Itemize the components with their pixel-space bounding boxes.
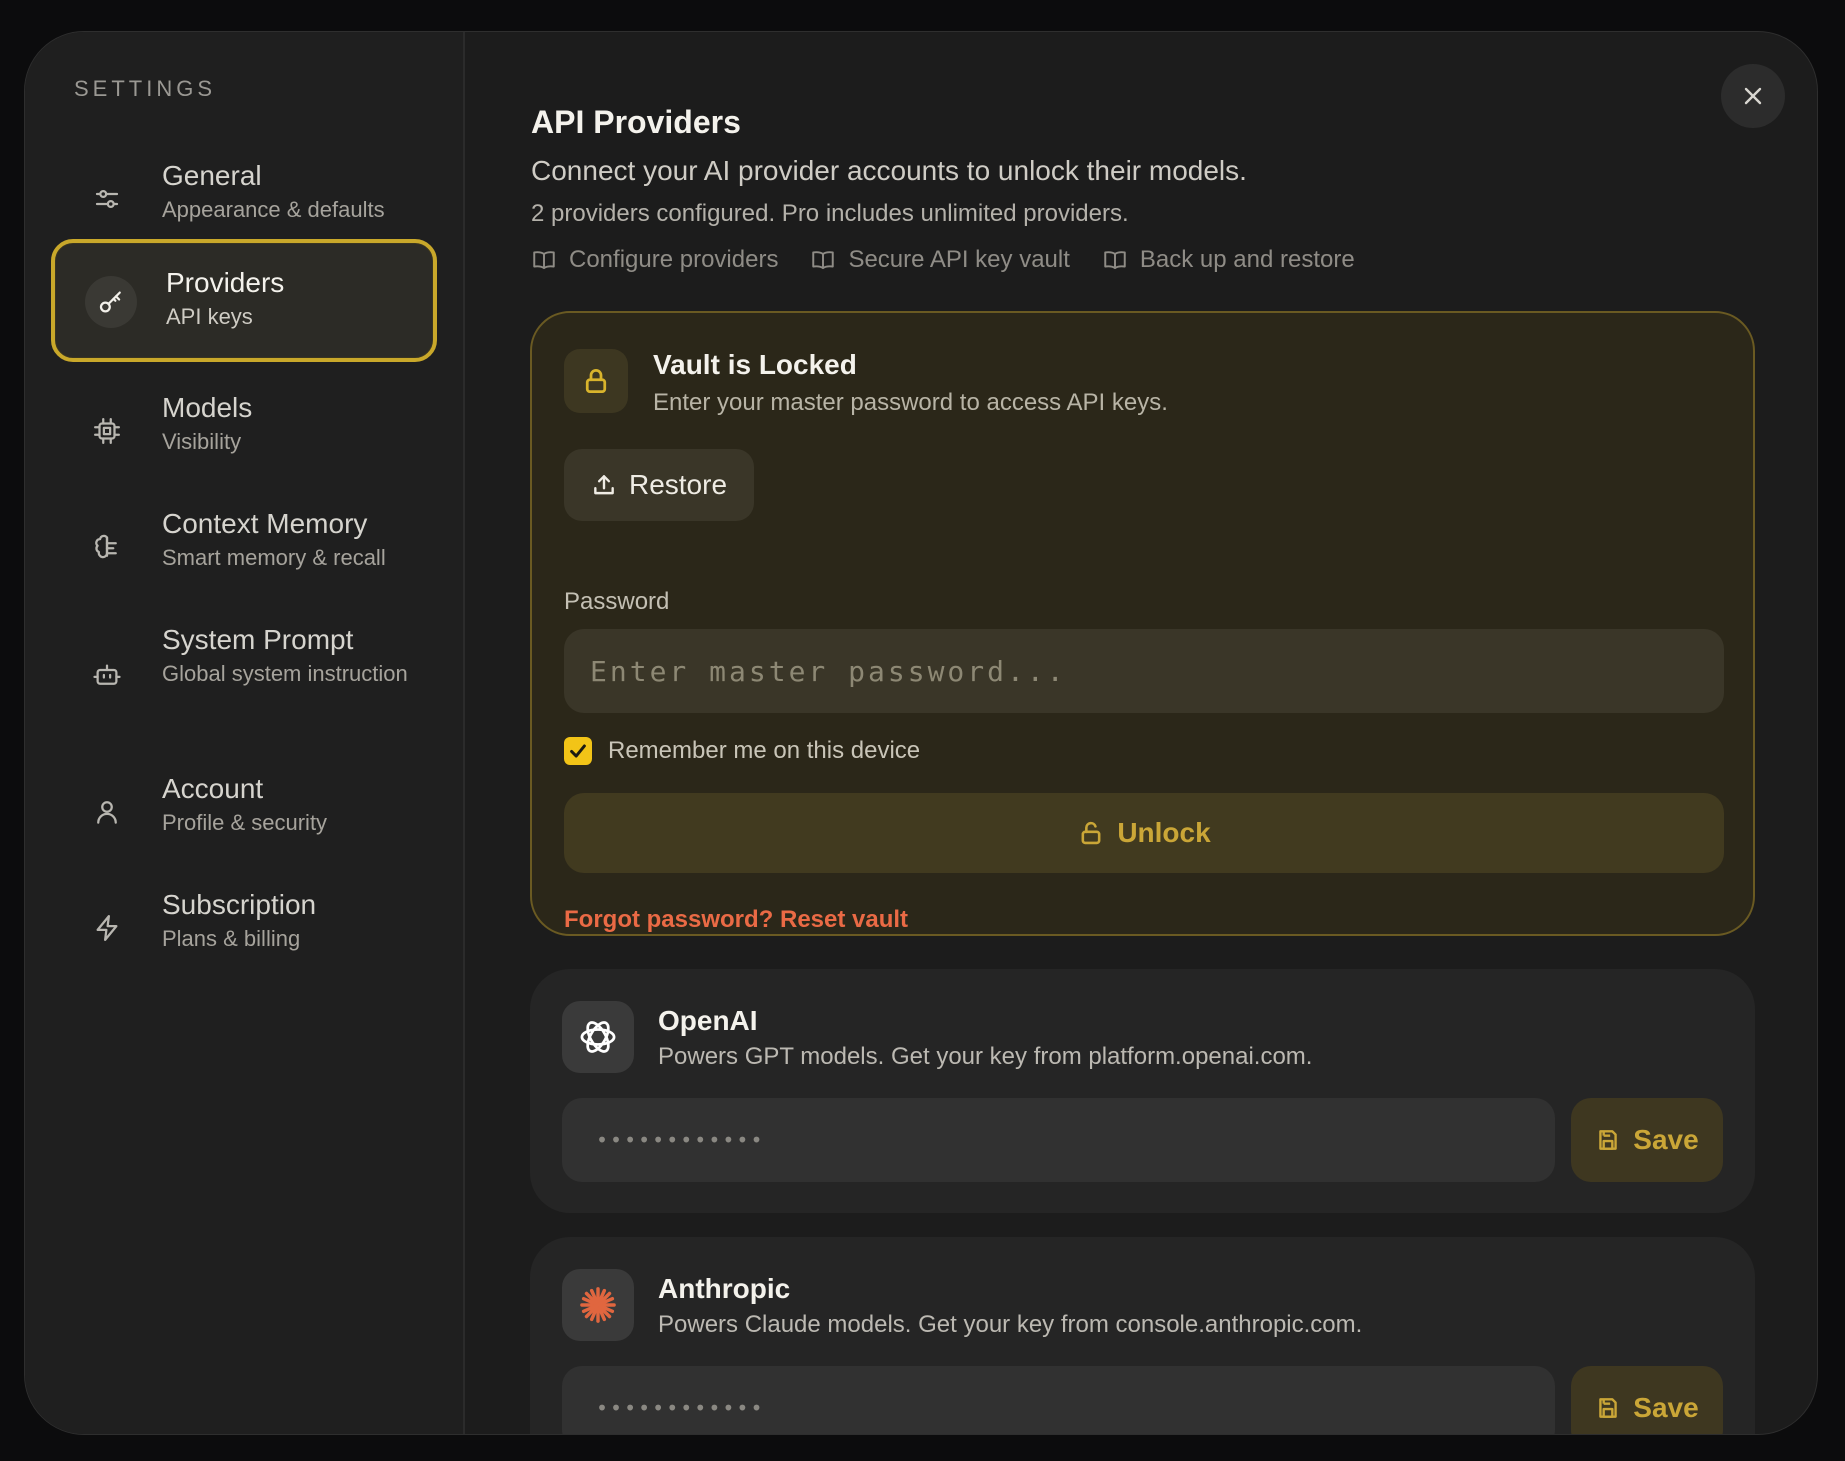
save-label: Save xyxy=(1633,1392,1699,1423)
close-button[interactable] xyxy=(1721,64,1785,128)
sidebar-item-subscription[interactable]: Subscription Plans & billing xyxy=(51,878,437,974)
lock-icon xyxy=(585,369,607,393)
provider-description: Powers Claude models. Get your key from … xyxy=(658,1311,1363,1338)
save-label: Save xyxy=(1633,1124,1699,1155)
lock-badge xyxy=(564,349,628,413)
provider-card-anthropic: Anthropic Powers Claude models. Get your… xyxy=(530,1237,1755,1434)
book-icon xyxy=(812,251,835,270)
book-icon xyxy=(533,251,555,270)
sidebar-item-subtitle: Smart memory & recall xyxy=(162,545,386,570)
sidebar-item-context-memory[interactable]: Context Memory Smart memory & recall xyxy=(51,497,437,593)
sidebar-item-providers[interactable]: Providers API keys xyxy=(51,239,437,362)
doc-links: Configure providers Secure API key vault… xyxy=(531,246,1355,274)
sidebar-item-title: Account xyxy=(162,773,264,804)
unlock-button[interactable]: Unlock xyxy=(564,793,1724,873)
remember-me-toggle[interactable]: Remember me on this device xyxy=(564,737,920,765)
doc-link-label: Configure providers xyxy=(569,246,779,273)
openai-save-button[interactable]: Save xyxy=(1571,1098,1723,1182)
anthropic-logo-icon xyxy=(562,1269,634,1341)
openai-logo-icon xyxy=(562,1001,634,1073)
sidebar-item-title: Providers xyxy=(166,267,285,298)
brain-icon xyxy=(81,521,133,573)
sidebar-item-subtitle: Profile & security xyxy=(162,810,328,835)
anthropic-save-button[interactable]: Save xyxy=(1571,1366,1723,1434)
restore-label: Restore xyxy=(628,469,728,500)
sidebar-item-system-prompt[interactable]: System Prompt Global system instruction xyxy=(51,613,437,741)
chip-icon xyxy=(81,405,133,457)
restore-button[interactable]: Restore xyxy=(564,449,754,521)
provider-card-openai: OpenAI Powers GPT models. Get your key f… xyxy=(530,969,1755,1213)
user-icon xyxy=(81,786,133,838)
providers-status: 2 providers configured. Pro includes unl… xyxy=(531,200,1129,227)
provider-name: OpenAI xyxy=(658,1005,758,1036)
book-icon xyxy=(1104,251,1126,270)
sidebar-item-title: Context Memory xyxy=(162,508,368,539)
sidebar-heading: SETTINGS xyxy=(74,76,217,101)
sidebar-item-subtitle: Appearance & defaults xyxy=(162,197,385,222)
provider-description: Powers GPT models. Get your key from pla… xyxy=(658,1043,1313,1070)
bolt-icon xyxy=(81,902,133,954)
sidebar-item-title: System Prompt xyxy=(162,624,354,655)
unlock-label: Unlock xyxy=(1117,817,1211,848)
sidebar-item-models[interactable]: Models Visibility xyxy=(51,381,437,477)
upload-icon xyxy=(594,475,614,495)
password-label: Password xyxy=(564,588,670,615)
doc-link-backup-restore[interactable]: Back up and restore xyxy=(1102,246,1355,274)
anthropic-api-key-input[interactable] xyxy=(562,1366,1555,1434)
vault-title: Vault is Locked xyxy=(653,349,857,380)
doc-link-label: Back up and restore xyxy=(1139,246,1355,273)
provider-name: Anthropic xyxy=(658,1273,791,1304)
reset-vault-link[interactable]: Forgot password? Reset vault xyxy=(564,906,908,934)
save-icon xyxy=(1599,1398,1618,1418)
page-title: API Providers xyxy=(531,104,741,140)
doc-link-configure-providers[interactable]: Configure providers xyxy=(531,246,778,274)
settings-modal: SETTINGS General Appearance & defaults P… xyxy=(24,31,1818,1435)
openai-api-key-input[interactable] xyxy=(562,1098,1555,1182)
vault-locked-card: Vault is Locked Enter your master passwo… xyxy=(530,311,1755,936)
sidebar-item-account[interactable]: Account Profile & security xyxy=(51,762,437,858)
sidebar-item-subtitle: API keys xyxy=(166,304,253,329)
save-icon xyxy=(1599,1130,1618,1150)
sidebar-item-title: Models xyxy=(162,392,253,423)
sidebar-item-subtitle: Global system instruction xyxy=(162,661,408,686)
remember-me-checkbox[interactable] xyxy=(564,737,592,765)
sidebar-item-subtitle: Visibility xyxy=(162,429,242,454)
sidebar-item-title: Subscription xyxy=(162,889,317,920)
sidebar-item-subtitle: Plans & billing xyxy=(162,926,301,951)
unlock-icon xyxy=(1081,821,1101,845)
remember-me-label: Remember me on this device xyxy=(608,737,921,764)
bot-icon xyxy=(81,649,133,701)
page-subtitle: Connect your AI provider accounts to unl… xyxy=(531,155,1247,186)
doc-link-label: Secure API key vault xyxy=(848,246,1070,273)
settings-sidebar: SETTINGS General Appearance & defaults P… xyxy=(25,32,465,1434)
master-password-input[interactable] xyxy=(564,629,1724,713)
key-icon xyxy=(85,276,137,328)
sidebar-item-title: General xyxy=(162,160,262,191)
sidebar-item-general[interactable]: General Appearance & defaults xyxy=(51,149,437,245)
doc-link-secure-vault[interactable]: Secure API key vault xyxy=(810,246,1070,274)
sliders-icon xyxy=(81,173,133,225)
close-icon xyxy=(1744,87,1762,105)
vault-subtitle: Enter your master password to access API… xyxy=(653,389,1168,416)
check-icon xyxy=(570,744,586,758)
